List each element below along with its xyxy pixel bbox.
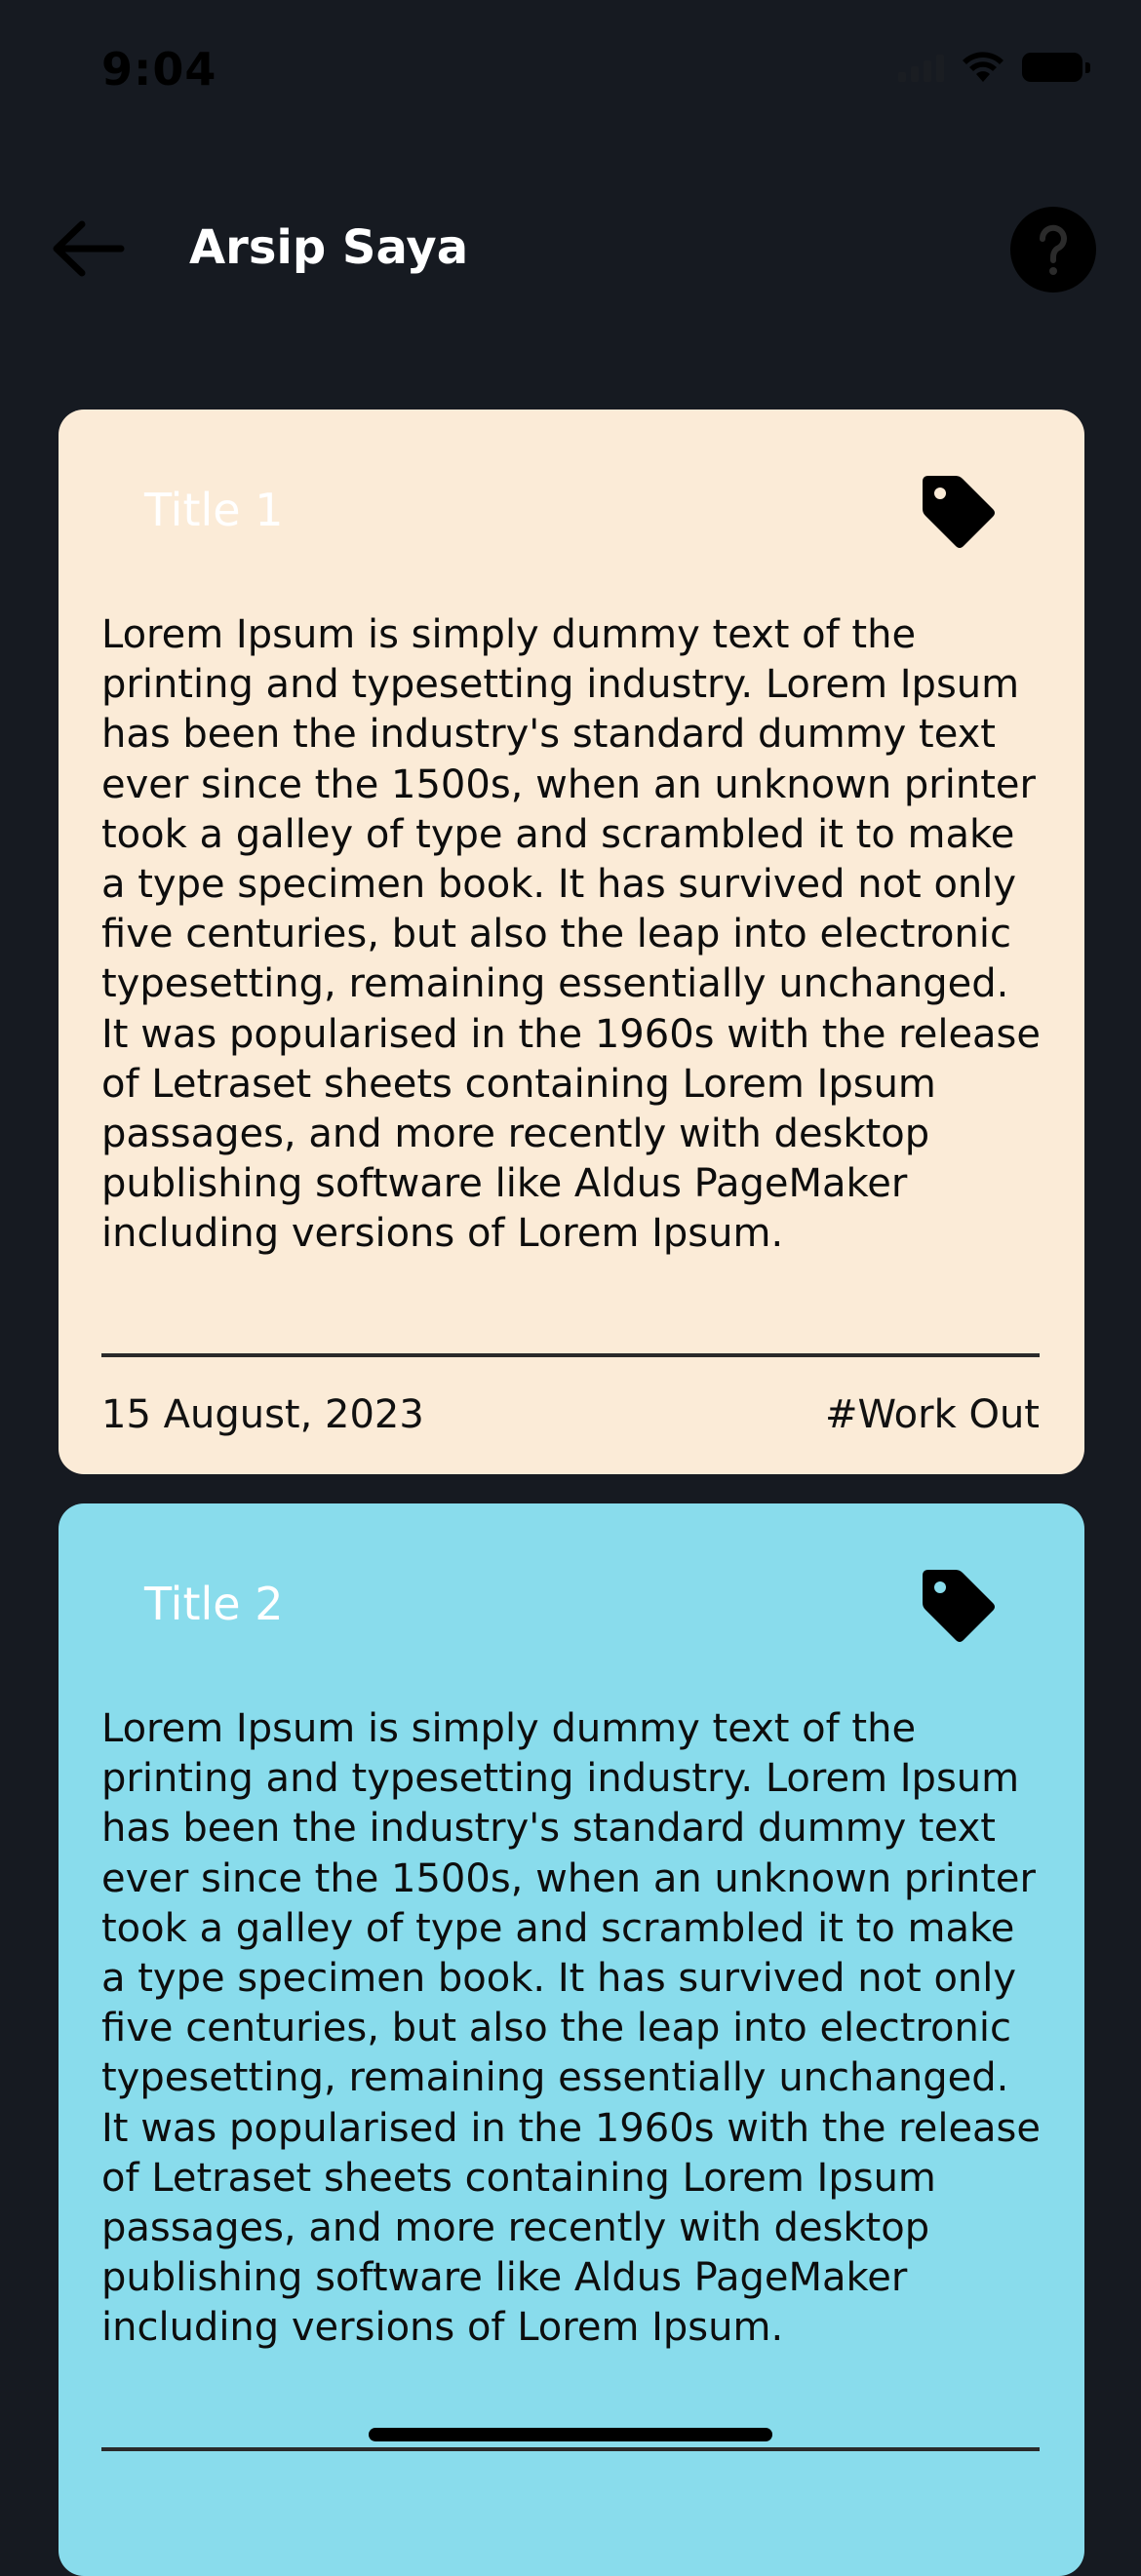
note-body: Lorem Ipsum is simply dummy text of the … [101,1706,1042,2351]
note-divider [101,1353,1040,1357]
note-body: Lorem Ipsum is simply dummy text of the … [101,612,1042,1257]
note-card[interactable]: Title 2 Lorem Ipsum is simply dummy text… [59,1503,1084,2576]
note-tag: #Work Out [824,1392,1040,1437]
status-icons [898,51,1090,84]
note-card[interactable]: Title 1 Lorem Ipsum is simply dummy text… [59,410,1084,1474]
app-header: Arsip Saya [0,195,1141,302]
status-time: 9:04 [101,43,217,96]
help-button[interactable] [1010,207,1096,293]
note-date: 15 August, 2023 [101,1392,424,1437]
question-mark-icon [1039,224,1067,275]
arrow-left-icon [53,220,125,277]
note-title: Title 1 [144,484,284,536]
tag-icon[interactable] [913,468,1001,556]
note-title: Title 2 [144,1578,284,1630]
home-indicator[interactable] [369,2428,772,2441]
tag-icon[interactable] [913,1562,1001,1650]
note-divider [101,2447,1040,2451]
back-button[interactable] [49,215,127,283]
page-title: Arsip Saya [189,220,469,275]
signal-icon [898,53,944,82]
battery-icon [1022,53,1090,82]
status-bar: 9:04 [0,0,1141,137]
wifi-icon [963,52,1003,82]
